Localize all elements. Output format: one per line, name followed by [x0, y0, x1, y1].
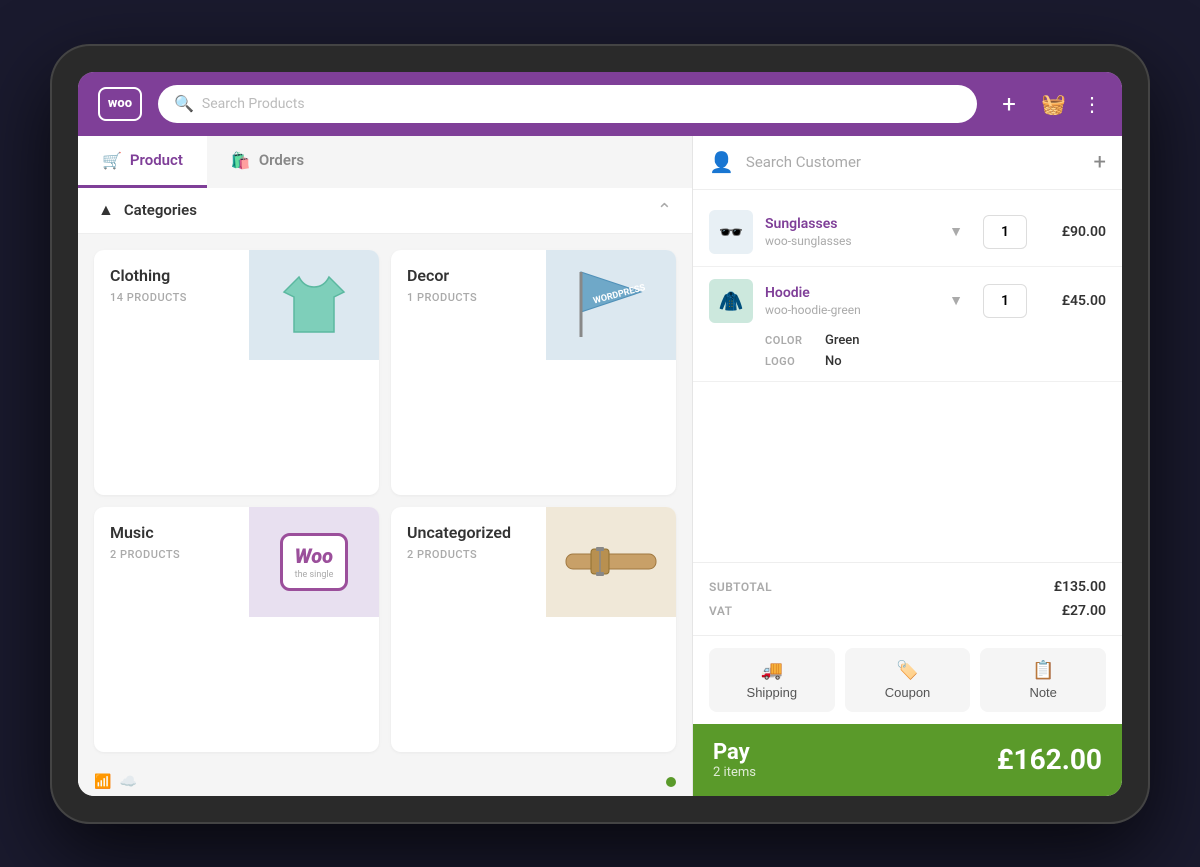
categories-label: Categories — [124, 201, 197, 219]
add-customer-button[interactable]: + — [1094, 150, 1106, 175]
order-items-list: 🕶️ Sunglasses woo-sunglasses ▼ 1 £90.00 — [693, 190, 1122, 562]
cart-icon: 🛒 — [102, 151, 122, 170]
logo-label: LOGO — [765, 355, 825, 368]
right-panel: 👤 Search Customer + 🕶️ Sunglasses woo-su… — [692, 136, 1122, 796]
categories-pyramid-icon: ▲ — [98, 200, 114, 220]
woo-logo: woo — [98, 87, 142, 121]
order-item-sunglasses: 🕶️ Sunglasses woo-sunglasses ▼ 1 £90.00 — [693, 198, 1122, 267]
item-price: £90.00 — [1051, 224, 1106, 240]
wifi-icon: 📶 — [94, 774, 111, 790]
coupon-label: Coupon — [885, 685, 931, 700]
product-grid: Clothing 14 PRODUCTS Decor — [78, 234, 692, 768]
subtotal-row: SUBTOTAL £135.00 — [709, 575, 1106, 599]
pay-amount: £162.00 — [997, 743, 1102, 776]
item-name: Sunglasses — [765, 216, 937, 232]
logo-value: No — [825, 354, 842, 369]
categories-header: ▲ Categories ⌃ — [78, 188, 692, 234]
color-value: Green — [825, 333, 860, 348]
vat-amount: £27.00 — [1062, 603, 1106, 619]
item-quantity[interactable]: 1 — [983, 284, 1027, 318]
vat-label: VAT — [709, 604, 733, 618]
category-count: 14 PRODUCTS — [110, 291, 233, 304]
customer-placeholder: Search Customer — [746, 153, 1082, 171]
cloud-icon: ☁️ — [119, 774, 136, 790]
item-name: Hoodie — [765, 285, 937, 301]
coupon-button[interactable]: 🏷️ Coupon — [845, 648, 971, 712]
tablet-screen: woo 🔍 Search Products + 🧺 ⋮ 🛒 Product — [78, 72, 1122, 796]
tab-product-label: Product — [130, 151, 183, 169]
header-add-button[interactable]: + — [993, 90, 1025, 118]
category-name: Music — [110, 523, 233, 542]
search-icon: 🔍 — [174, 94, 194, 113]
main-content: 🛒 Product 🛍️ Orders ▲ Categories ⌃ — [78, 136, 1122, 796]
customer-search[interactable]: 👤 Search Customer + — [693, 136, 1122, 190]
category-name: Decor — [407, 266, 530, 285]
list-item[interactable]: Uncategorized 2 PRODUCTS — [391, 507, 676, 752]
note-button[interactable]: 📋 Note — [980, 648, 1106, 712]
item-thumbnail: 🕶️ — [709, 210, 753, 254]
category-name: Clothing — [110, 266, 233, 285]
shipping-label: Shipping — [747, 685, 798, 700]
subtotal-label: SUBTOTAL — [709, 580, 772, 594]
category-name: Uncategorized — [407, 523, 530, 542]
tablet-frame: woo 🔍 Search Products + 🧺 ⋮ 🛒 Product — [50, 44, 1150, 824]
uncategorized-image — [546, 507, 676, 617]
customer-icon: 👤 — [709, 150, 734, 174]
coupon-icon: 🏷️ — [896, 660, 918, 681]
item-sku: woo-sunglasses — [765, 234, 937, 248]
tab-product[interactable]: 🛒 Product — [78, 136, 207, 188]
header: woo 🔍 Search Products + 🧺 ⋮ — [78, 72, 1122, 136]
more-options-icon[interactable]: ⋮ — [1082, 92, 1102, 116]
left-panel: 🛒 Product 🛍️ Orders ▲ Categories ⌃ — [78, 136, 692, 796]
category-count: 2 PRODUCTS — [407, 548, 530, 561]
categories-toggle-icon[interactable]: ⌃ — [657, 200, 672, 221]
clothing-image — [249, 250, 379, 360]
note-label: Note — [1029, 685, 1056, 700]
shipping-icon: 🚚 — [761, 660, 783, 681]
pay-button[interactable]: Pay 2 items £162.00 — [693, 724, 1122, 796]
action-buttons: 🚚 Shipping 🏷️ Coupon 📋 Note — [693, 635, 1122, 724]
vat-row: VAT £27.00 — [709, 599, 1106, 623]
bag-icon: 🛍️ — [231, 151, 251, 170]
item-quantity[interactable]: 1 — [983, 215, 1027, 249]
totals-section: SUBTOTAL £135.00 VAT £27.00 — [693, 562, 1122, 635]
search-placeholder: Search Products — [202, 96, 305, 112]
shipping-button[interactable]: 🚚 Shipping — [709, 648, 835, 712]
order-item-hoodie: 🧥 Hoodie woo-hoodie-green ▼ 1 £45.00 C — [693, 267, 1122, 382]
search-bar[interactable]: 🔍 Search Products — [158, 85, 977, 123]
music-image: Woo the single — [249, 507, 379, 617]
pay-label: Pay — [713, 740, 756, 765]
expand-icon[interactable]: ▼ — [949, 292, 963, 309]
item-thumbnail: 🧥 — [709, 279, 753, 323]
status-bar: 📶 ☁️ — [78, 768, 692, 796]
pay-items-count: 2 items — [713, 765, 756, 780]
decor-image: WORDPRESS — [546, 250, 676, 360]
category-count: 1 PRODUCTS — [407, 291, 530, 304]
item-variants: COLOR Green LOGO No — [709, 333, 1106, 369]
status-dot — [666, 777, 676, 787]
category-count: 2 PRODUCTS — [110, 548, 233, 561]
color-label: COLOR — [765, 334, 825, 347]
list-item[interactable]: Clothing 14 PRODUCTS — [94, 250, 379, 495]
note-icon: 📋 — [1032, 660, 1054, 681]
expand-icon[interactable]: ▼ — [949, 223, 963, 240]
list-item[interactable]: Music 2 PRODUCTS Woo the single — [94, 507, 379, 752]
list-item[interactable]: Decor 1 PRODUCTS WORDPRESS — [391, 250, 676, 495]
tabs: 🛒 Product 🛍️ Orders — [78, 136, 692, 188]
basket-icon[interactable]: 🧺 — [1041, 92, 1066, 116]
tab-orders-label: Orders — [259, 151, 304, 169]
tab-orders[interactable]: 🛍️ Orders — [207, 136, 328, 188]
subtotal-amount: £135.00 — [1054, 579, 1106, 595]
item-price: £45.00 — [1051, 293, 1106, 309]
item-sku: woo-hoodie-green — [765, 303, 937, 317]
